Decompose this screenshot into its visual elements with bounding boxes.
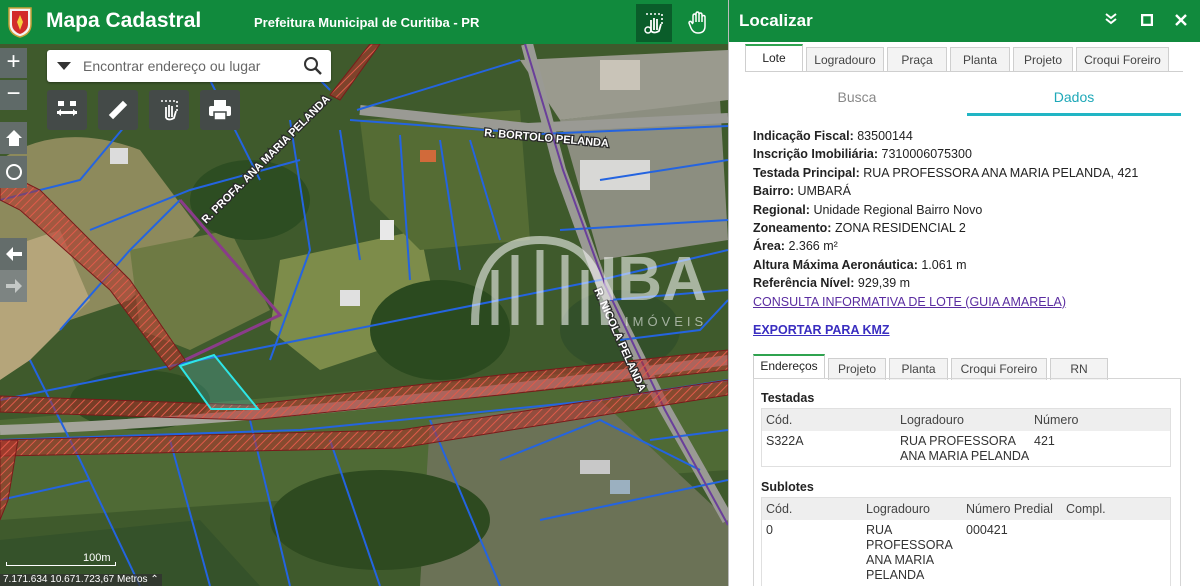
panel-header: Localizar [729,0,1200,42]
subtab-busca[interactable]: Busca [749,80,965,116]
city-crest-icon [8,7,32,38]
subtab-dados[interactable]: Dados [967,80,1181,116]
tab2-projeto[interactable]: Projeto [828,358,886,380]
panel-title: Localizar [739,11,813,30]
close-icon [1175,14,1187,26]
tab-logradouro[interactable]: Logradouro [806,47,884,72]
home-icon [5,130,22,146]
table-cell: RUA PROFESSORA ANA MARIA PELANDA [900,434,1030,463]
pan-tool-button[interactable] [680,4,716,42]
tab-praca[interactable]: Praça [887,47,947,72]
map-application: Mapa Cadastral Prefeitura Municipal de C… [0,0,728,586]
home-button[interactable] [0,122,27,154]
top-bar: Mapa Cadastral Prefeitura Municipal de C… [0,0,728,44]
tabs-divider [745,71,1183,72]
tab2-croqui-foreiro[interactable]: Croqui Foreiro [951,358,1047,380]
zoom-in-button[interactable]: + [0,48,27,78]
table-header: Número Predial [962,498,1062,520]
locate-icon [5,164,22,180]
collapse-button[interactable] [1101,11,1121,31]
scale-bar [6,562,116,566]
tab-croqui-foreiro[interactable]: Croqui Foreiro [1076,47,1169,72]
search-dropdown-icon[interactable] [57,62,71,70]
field-bairro: Bairro: UMBARÁ [753,184,851,199]
maximize-button[interactable] [1137,11,1157,31]
search-icon[interactable] [303,56,323,76]
field-indicacao-fiscal: Indicação Fiscal: 83500144 [753,129,913,143]
field-zoneamento: Zoneamento: ZONA RESIDENCIAL 2 [753,220,966,235]
chevron-up-icon[interactable]: ⌃ [150,574,158,585]
field-testada-principal: Testada Principal: RUA PROFESSORA ANA MA… [753,165,1139,180]
testadas-title: Testadas [761,391,815,405]
table-cell: RUA PROFESSORA ANA MARIA PELANDA [866,523,953,582]
sublotes-title: Sublotes [761,480,814,494]
arrow-right-icon [5,279,22,293]
tab-planta[interactable]: Planta [950,47,1010,72]
field-referencia-nivel: Referência Nível: 929,39 m [753,276,911,291]
tab2-rn[interactable]: RN [1050,358,1108,380]
measure-button[interactable] [98,90,138,130]
zoom-out-button[interactable]: − [0,80,27,110]
print-button[interactable] [200,90,240,130]
table-cell: S322A [766,434,804,448]
field-altura-maxima: Altura Máxima Aeronáutica: 1.061 m [753,257,967,272]
printer-icon [209,100,231,121]
measure-area-button[interactable] [47,90,87,130]
localizar-panel: Localizar Lote Logradouro Praça Planta P… [728,0,1200,586]
table-cell: 421 [1034,434,1055,448]
forward-button[interactable] [0,270,27,302]
address-search [47,50,331,82]
tab-projeto[interactable]: Projeto [1013,47,1073,72]
identify-button[interactable] [149,90,189,130]
table-header: Logradouro [896,409,1030,431]
table-header: Compl. [1062,498,1170,520]
app-subtitle: Prefeitura Municipal de Curitiba - PR [254,15,480,30]
tab-enderecos[interactable]: Endereços [753,354,825,378]
export-kmz-link[interactable]: EXPORTAR PARA KMZ [753,323,890,337]
table-header: Logradouro [862,498,962,520]
hand-icon [688,11,706,34]
testadas-table: Cód. Logradouro Número S322A RUA PROFESS… [761,408,1171,467]
close-button[interactable] [1171,11,1191,31]
chevron-double-down-icon [1105,13,1117,25]
table-header: Número [1030,409,1170,431]
back-button[interactable] [0,238,27,270]
svg-text:IMÓVEIS: IMÓVEIS [625,314,707,329]
field-inscricao-imobiliaria: Inscrição Imobiliária: 7310006075300 [753,147,972,162]
ruler-icon [108,100,128,120]
field-area: Área: 2.366 m² [753,239,838,254]
layers-toggle-icon [57,101,77,116]
table-cell: 000421 [966,523,1008,537]
app-title: Mapa Cadastral [46,9,202,32]
lot-details: Indicação Fiscal: 83500144 Inscrição Imo… [753,127,1183,311]
sublotes-table: Cód. Logradouro Número Predial Compl. 0 … [761,497,1171,586]
table-header: Cód. [762,498,862,520]
locate-button[interactable] [0,156,27,188]
arrow-left-icon [5,247,22,261]
table-header: Cód. [762,409,896,431]
coordinates-readout: 7.171.634 10.671.723,67 Metros ⌃ [0,574,162,586]
consulta-informativa-link[interactable]: CONSULTA INFORMATIVA DE LOTE (GUIA AMARE… [753,295,1066,309]
field-regional: Regional: Unidade Regional Bairro Novo [753,202,983,217]
select-tool-button[interactable] [636,4,672,42]
table-cell: 0 [766,523,773,537]
tab-lote[interactable]: Lote [745,44,803,71]
select-hand-icon [644,13,663,34]
tab2-planta[interactable]: Planta [889,358,948,380]
svg-text:IBA: IBA [600,245,707,314]
search-input[interactable] [83,50,293,82]
identify-hand-icon [161,100,178,121]
maximize-icon [1140,13,1154,27]
